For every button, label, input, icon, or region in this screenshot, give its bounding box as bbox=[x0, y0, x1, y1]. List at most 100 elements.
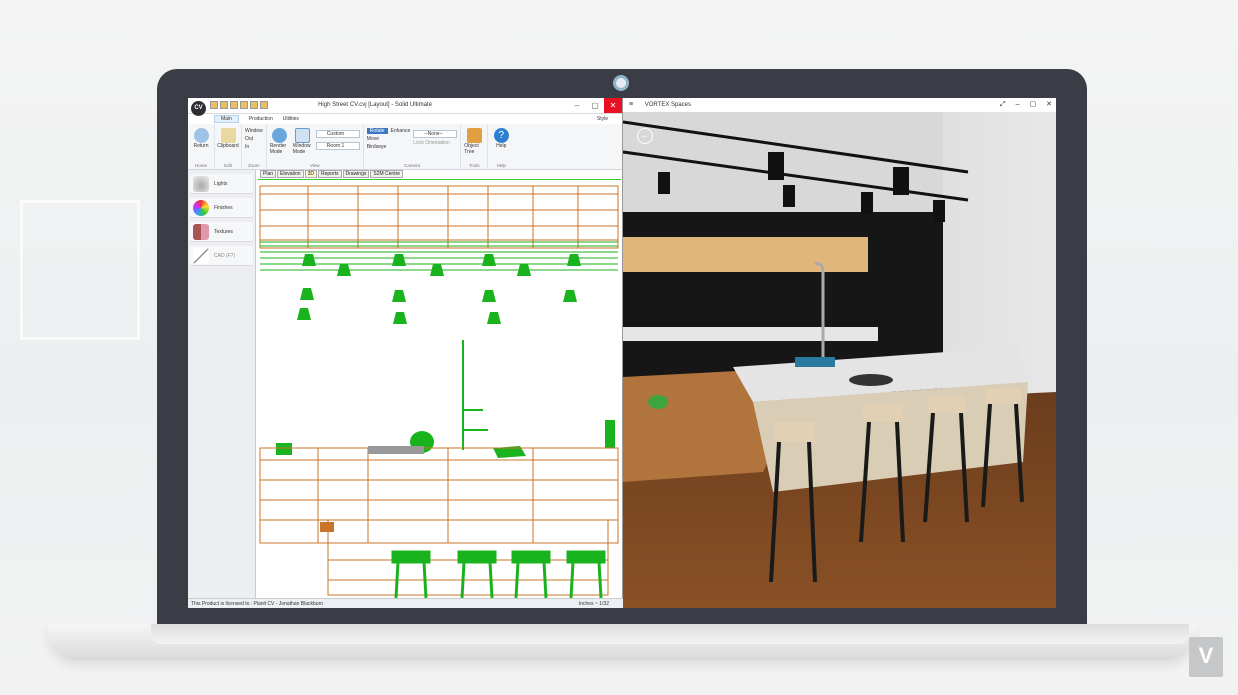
panel-item-finishes[interactable]: Finishes bbox=[190, 198, 253, 218]
ribbon-group-home: Return Home bbox=[188, 124, 215, 169]
vortex-window: ≡ VORTEX Spaces ⤢ – ▢ ✕ ← bbox=[622, 98, 1056, 608]
close-button[interactable]: ✕ bbox=[1046, 98, 1052, 112]
sink bbox=[795, 357, 835, 367]
clipboard-icon bbox=[220, 128, 236, 143]
panel-item-lights[interactable]: Lights bbox=[190, 174, 253, 194]
laptop-hinge bbox=[151, 624, 1189, 644]
room-select[interactable]: Room 1 bbox=[315, 142, 360, 150]
view-tab-plan[interactable]: Plan bbox=[260, 170, 277, 178]
return-label: Return bbox=[193, 143, 209, 149]
help-button[interactable]: ? Help bbox=[491, 126, 511, 161]
window-mode-icon bbox=[295, 128, 311, 143]
fullscreen-icon[interactable]: ⤢ bbox=[1000, 98, 1006, 112]
window-mode-button[interactable]: Window Mode bbox=[293, 126, 313, 161]
enhance-button[interactable]: Enhance bbox=[391, 128, 411, 134]
vortex-title: VORTEX Spaces bbox=[644, 102, 692, 108]
group-label-camera: Camera bbox=[404, 163, 421, 168]
ribbon-group-zoom: Window Out In Zoom bbox=[242, 124, 267, 169]
ribbon-group-camera: Rotate Enhance Move Birdseye --None-- Lo… bbox=[364, 124, 462, 169]
status-bar: This Product is licensed to : Planit CV … bbox=[188, 598, 623, 608]
group-label-tools: Tools bbox=[469, 163, 480, 168]
zoom-out-button[interactable]: Out bbox=[245, 136, 263, 142]
panel-item-label: CAD (F7) bbox=[214, 252, 236, 259]
view-tab-drawings[interactable]: Drawings bbox=[342, 170, 370, 178]
group-label-help: Help bbox=[496, 163, 506, 168]
kettle-and-objects bbox=[276, 420, 615, 458]
units-indicator[interactable]: Inches ~ 1/32 bbox=[579, 599, 609, 608]
clipboard-button[interactable]: Clipboard bbox=[217, 126, 239, 161]
panel-item-textures[interactable]: Textures bbox=[190, 222, 253, 242]
hamburger-menu-icon[interactable]: ≡ bbox=[629, 101, 633, 108]
view-tab-3d[interactable]: 3D bbox=[304, 170, 317, 178]
return-icon bbox=[193, 128, 209, 143]
wireframe-kitchen-drawing bbox=[259, 185, 619, 599]
ribbon-group-tools: Object Tree Tools bbox=[461, 124, 489, 169]
lit-shelf bbox=[623, 237, 868, 272]
rendered-kitchen-view[interactable]: ← bbox=[622, 112, 1056, 608]
ribbon-group-edit: Clipboard Edit bbox=[215, 124, 242, 169]
vortex-titlebar: ≡ VORTEX Spaces ⤢ – ▢ ✕ bbox=[623, 98, 1056, 112]
render-mode-label: Render Mode bbox=[269, 143, 287, 155]
panel-item-label: Lights bbox=[214, 180, 228, 187]
wall-cabinet-wireframe bbox=[259, 185, 619, 249]
object-tree-button[interactable]: Object Tree bbox=[464, 126, 484, 161]
base-cabinet-wireframe bbox=[259, 447, 619, 596]
laptop-base bbox=[48, 624, 1196, 660]
custom-view-select[interactable]: Custom bbox=[315, 130, 360, 138]
tab-main[interactable]: Main bbox=[214, 115, 239, 123]
back-arrow-icon[interactable]: ← bbox=[637, 128, 653, 144]
zoom-options: Window Out In bbox=[245, 126, 263, 161]
panel-item-cad[interactable]: CAD (F7) bbox=[190, 246, 253, 266]
group-label-edit: Edit bbox=[224, 163, 232, 168]
color-wheel-icon bbox=[193, 199, 209, 216]
bar-stools-wireframe bbox=[391, 550, 606, 599]
group-label-home: Home bbox=[194, 163, 207, 168]
lamp-icon bbox=[193, 175, 209, 192]
background-picture-frame bbox=[20, 200, 140, 340]
maximize-button[interactable]: ▢ bbox=[1030, 98, 1037, 112]
minimize-button[interactable]: – bbox=[568, 98, 586, 113]
move-button[interactable]: Move bbox=[367, 136, 410, 142]
bowl-object bbox=[320, 522, 334, 532]
camera-actions: Rotate Enhance Move Birdseye bbox=[366, 126, 411, 161]
minimize-button[interactable]: – bbox=[1016, 98, 1020, 112]
clipboard-label: Clipboard bbox=[217, 143, 239, 149]
ribbon-group-view: Render Mode Window Mode Custom Room 1 Vi… bbox=[267, 124, 364, 169]
app-logo[interactable]: CV bbox=[191, 101, 206, 116]
lock-orientation-checkbox[interactable]: Lock Orientation bbox=[413, 140, 457, 146]
view-tab-reports[interactable]: Reports bbox=[318, 170, 342, 178]
rotate-toggle[interactable]: Rotate bbox=[366, 128, 388, 134]
ribbon-group-help: ? Help Help bbox=[488, 124, 514, 169]
zoom-in-button[interactable]: In bbox=[245, 144, 263, 150]
tab-utilities[interactable]: Utilities bbox=[283, 116, 299, 122]
render-mode-button[interactable]: Render Mode bbox=[270, 126, 290, 161]
style-menu[interactable]: Style bbox=[597, 116, 622, 122]
birdseye-button[interactable]: Birdseye bbox=[367, 144, 410, 150]
laptop-screen: CV High Street CV.cvj [Layout] - Solid U… bbox=[188, 98, 1056, 608]
view-tab-s2m-centre[interactable]: S2M Centre bbox=[370, 170, 404, 178]
tab-production[interactable]: Production bbox=[249, 116, 273, 122]
place-setting bbox=[849, 374, 893, 386]
zoom-window-button[interactable]: Window bbox=[245, 128, 263, 134]
ribbon-tabs: Main Production Utilities Style bbox=[188, 114, 622, 124]
panel-item-label: Textures bbox=[214, 228, 233, 235]
render-mode-icon bbox=[272, 128, 288, 143]
group-label-zoom: Zoom bbox=[248, 163, 260, 168]
close-button[interactable]: ✕ bbox=[604, 98, 622, 113]
window-mode-label: Window Mode bbox=[292, 143, 311, 155]
wireframe-3d-viewport[interactable] bbox=[258, 179, 621, 599]
side-panel: Lights Finishes Textures CAD (F7) bbox=[188, 170, 256, 598]
maximize-button[interactable]: ▢ bbox=[586, 98, 604, 113]
return-button[interactable]: Return bbox=[191, 126, 211, 161]
help-label: Help bbox=[496, 143, 507, 149]
camera-select-area: --None-- Lock Orientation bbox=[413, 126, 458, 161]
group-label-view: View bbox=[309, 163, 320, 168]
brand-watermark-logo: V bbox=[1189, 637, 1223, 677]
camera-select[interactable]: --None-- bbox=[413, 130, 458, 138]
cooktop-wireframe bbox=[368, 446, 424, 454]
panel-item-label: Finishes bbox=[214, 204, 233, 211]
cad-titlebar: CV High Street CV.cvj [Layout] - Solid U… bbox=[188, 98, 622, 116]
texture-swatch-icon bbox=[193, 223, 209, 240]
view-tab-elevation[interactable]: Elevation bbox=[277, 170, 304, 178]
kitchen-render-image bbox=[622, 112, 1056, 608]
